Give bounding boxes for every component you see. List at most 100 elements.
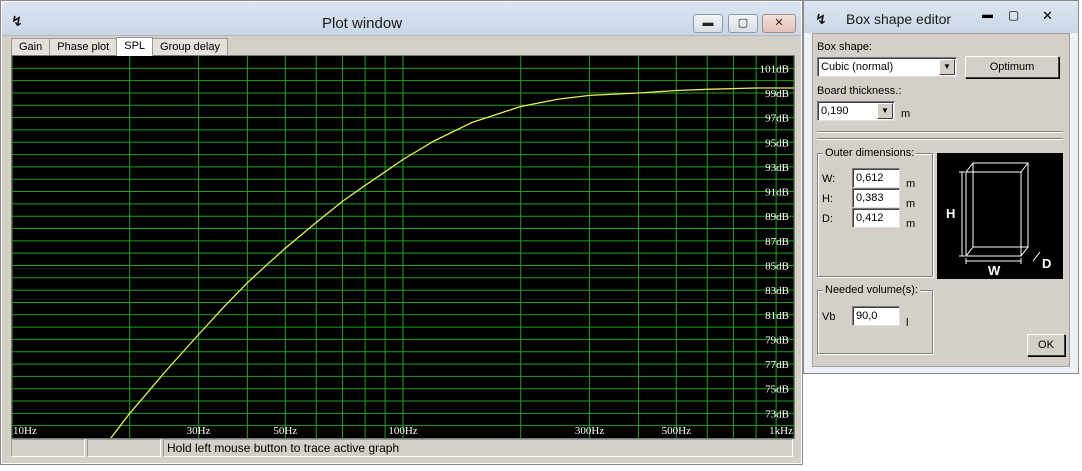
preview-h-label: H xyxy=(946,206,955,221)
preview-w-label: W xyxy=(988,263,1001,278)
outer-dimensions-group: Outer dimensions: W: 0,612 m H: 0,383 m … xyxy=(817,147,933,277)
board-thickness-label: Board thickness.: xyxy=(817,85,902,97)
box-wireframe-icon: H W D xyxy=(946,162,1051,278)
spl-data-point xyxy=(167,368,169,370)
separator xyxy=(817,131,1063,133)
minimize-button[interactable]: ▬ xyxy=(693,14,723,33)
d-input[interactable]: 0,412 xyxy=(852,208,900,228)
minimize-button[interactable]: ▬ xyxy=(982,9,993,21)
needed-volume-group: Needed volume(s): Vb 90,0 l xyxy=(817,284,933,354)
vb-label: Vb xyxy=(822,311,836,323)
board-thickness-value: 0,190 xyxy=(821,105,849,117)
y-tick-label: 87dB xyxy=(765,236,789,248)
plot-tabs: Gain Phase plot SPL Group delay xyxy=(11,37,228,56)
x-tick-label: 100Hz xyxy=(388,425,417,437)
app-icon: ↯ xyxy=(815,11,827,27)
y-tick-label: 101dB xyxy=(760,63,789,75)
d-unit: m xyxy=(906,218,916,230)
box-editor-title: Box shape editor xyxy=(846,11,952,27)
y-tick-label: 93dB xyxy=(765,162,789,174)
tab-phase-plot[interactable]: Phase plot xyxy=(49,38,118,56)
spl-curve-series-0 xyxy=(110,87,794,438)
x-tick-label: 30Hz xyxy=(187,425,211,437)
box-shape-value: Cubic (normal) xyxy=(821,61,894,73)
spl-data-point xyxy=(520,105,522,108)
preview-d-label: D xyxy=(1042,256,1051,271)
ok-button[interactable]: OK xyxy=(1027,334,1065,356)
y-tick-label: 77dB xyxy=(765,359,789,371)
box-shape-select[interactable]: Cubic (normal) ▼ xyxy=(817,57,957,77)
spl-data-point xyxy=(315,221,317,223)
spl-data-point xyxy=(558,98,560,100)
app-icon: ↯ xyxy=(11,13,23,29)
w-unit: m xyxy=(906,178,916,190)
x-tick-label: 1kHz xyxy=(769,425,793,437)
tab-spl[interactable]: SPL xyxy=(116,37,154,56)
spl-data-point xyxy=(755,87,757,89)
y-tick-label: 89dB xyxy=(765,211,789,223)
box-shape-editor-window: ↯ Box shape editor ▬ ▢ ✕ Box shape: Cubi… xyxy=(803,0,1079,374)
status-cell-1 xyxy=(11,439,85,457)
spl-data-point xyxy=(198,333,200,336)
chevron-down-icon[interactable]: ▼ xyxy=(877,103,893,119)
spl-data-point xyxy=(706,88,708,90)
status-cell-2 xyxy=(87,439,161,457)
spl-chart-svg[interactable]: 101dB 99dB 97dB 95dB 93dB 91dB 89dB 87dB 85dB 83d… xyxy=(12,56,794,438)
spl-data-point xyxy=(433,140,435,142)
y-tick-label: 85dB xyxy=(765,260,789,272)
spl-data-point xyxy=(246,282,248,284)
y-tick-label: 99dB xyxy=(765,88,789,100)
box-editor-client: Box shape: Cubic (normal) ▼ Optimum Boar… xyxy=(812,33,1070,367)
y-tick-label: 97dB xyxy=(765,113,789,125)
x-tick-label: 50Hz xyxy=(273,425,297,437)
vb-input[interactable]: 90,0 xyxy=(852,306,900,326)
x-tick-label: 500Hz xyxy=(662,425,691,437)
vb-unit: l xyxy=(906,317,909,329)
box-editor-titlebar[interactable]: ↯ Box shape editor ▬ ▢ ✕ xyxy=(804,1,1078,33)
spl-data-point xyxy=(471,121,473,124)
status-hint: Hold left mouse button to trace active g… xyxy=(163,439,793,457)
board-thickness-unit: m xyxy=(901,108,911,120)
plot-window-titlebar[interactable]: ↯ Plot window ▬ ▢ ✕ xyxy=(2,2,801,36)
x-tick-label: 300Hz xyxy=(575,425,604,437)
spl-data-point xyxy=(384,171,386,173)
d-label: D: xyxy=(822,213,833,225)
spl-data-point xyxy=(364,184,366,186)
box-shape-label: Box shape: xyxy=(817,41,873,53)
spl-data-point xyxy=(589,94,591,96)
close-button[interactable]: ✕ xyxy=(762,14,796,33)
needed-volume-label: Needed volume(s): xyxy=(823,284,920,296)
y-tick-label: 79dB xyxy=(765,334,789,346)
spl-data-point xyxy=(284,247,286,249)
h-unit: m xyxy=(906,198,916,210)
w-label: W: xyxy=(822,173,836,185)
board-thickness-select[interactable]: 0,190 ▼ xyxy=(817,101,895,121)
spl-data-point xyxy=(266,263,268,265)
box-shape-preview: H W D xyxy=(937,153,1063,279)
status-bar: Hold left mouse button to trace active g… xyxy=(11,439,795,457)
y-tick-label: 83dB xyxy=(765,285,789,297)
spl-data-point xyxy=(129,412,131,414)
spl-data-point xyxy=(637,92,640,94)
separator xyxy=(817,138,1063,140)
h-input[interactable]: 0,383 xyxy=(852,188,900,208)
plot-window: ↯ Plot window ▬ ▢ ✕ Gain Phase plot SPL … xyxy=(0,0,803,465)
y-tick-label: 91dB xyxy=(765,187,789,199)
maximize-button[interactable]: ▢ xyxy=(728,14,758,33)
spl-chart[interactable]: 101dB 99dB 97dB 95dB 93dB 91dB 89dB 87dB 85dB 83d… xyxy=(11,55,795,439)
h-label: H: xyxy=(822,193,833,205)
tab-group-delay[interactable]: Group delay xyxy=(152,38,228,56)
y-tick-label: 75dB xyxy=(765,384,789,396)
spl-data-point xyxy=(675,89,677,92)
outer-dimensions-label: Outer dimensions: xyxy=(823,147,917,159)
x-tick-label: 10Hz xyxy=(13,425,37,437)
maximize-button[interactable]: ▢ xyxy=(1008,8,1019,22)
w-input[interactable]: 0,612 xyxy=(852,168,900,188)
y-tick-label: 95dB xyxy=(765,137,789,149)
y-tick-label: 81dB xyxy=(765,310,789,322)
tab-gain[interactable]: Gain xyxy=(11,38,51,56)
close-button[interactable]: ✕ xyxy=(1042,8,1053,24)
chevron-down-icon[interactable]: ▼ xyxy=(939,59,955,75)
plot-window-title: Plot window xyxy=(322,15,403,32)
optimum-button[interactable]: Optimum xyxy=(965,56,1059,78)
